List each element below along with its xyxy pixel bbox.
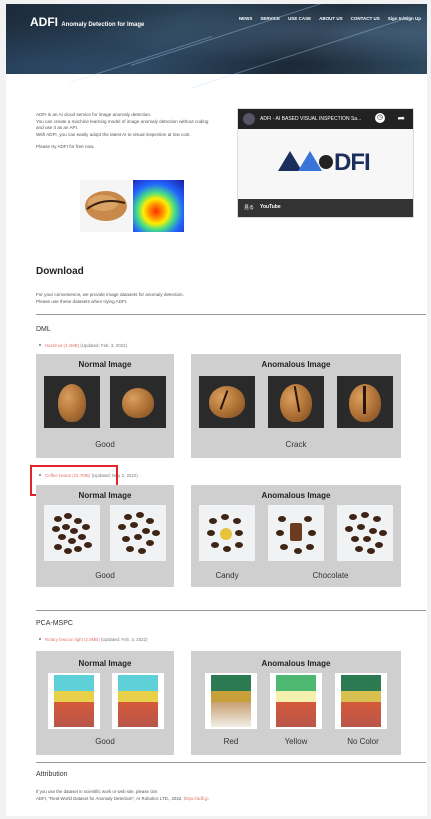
download-description: For your convenience, we provide image d… <box>36 292 184 304</box>
pca-mspc-heading: PCA-MSPC <box>36 620 73 627</box>
crack-label: Crack <box>285 440 307 449</box>
site-logo[interactable]: ADFI Anomaly Detection for Image <box>30 15 144 29</box>
hazelnut-download-item: Hazelnut (4.4MB) (Updated: Feb. 3, 2022) <box>39 343 127 348</box>
anomalous-image-title: Anomalous Image <box>261 360 331 369</box>
intro-cta: Please try ADFI for free now. <box>36 144 95 150</box>
anomalous-image-title: Anomalous Image <box>261 491 331 500</box>
red-label: Red <box>223 737 239 746</box>
attribution-text: If you use the dataset in scientific wor… <box>36 789 209 801</box>
hazelnut-crack-image <box>337 376 393 428</box>
hazelnut-download-link[interactable]: Hazelnut (4.4MB) <box>45 343 79 348</box>
beacon-red-image <box>205 673 257 729</box>
nav-contact-us[interactable]: CONTACT US <box>351 16 380 21</box>
play-button-icon[interactable] <box>319 155 333 169</box>
youtube-video-embed[interactable]: ADFI - AI BASED VISUAL INSPECTION Sa... … <box>237 108 414 218</box>
nav-use-case[interactable]: USE CASE <box>288 16 311 21</box>
nav-service[interactable]: SERVICE <box>260 16 280 21</box>
hazelnut-good-image <box>110 376 166 428</box>
logo-subtitle: Anomaly Detection for Image <box>61 22 145 28</box>
dml-heading: DML <box>36 326 51 333</box>
watch-later-icon[interactable]: ◷ <box>375 113 385 123</box>
coffee-chocolate-image <box>337 505 393 561</box>
coffee-candy-image <box>199 505 255 561</box>
hazelnut-anomalous-panel: Anomalous Image Crack <box>191 354 401 458</box>
chocolate-label: Chocolate <box>312 571 349 580</box>
video-title-bar: ADFI - AI BASED VISUAL INSPECTION Sa... … <box>238 109 413 129</box>
no-color-label: No Color <box>347 737 379 746</box>
divider <box>36 762 426 763</box>
main-nav: NEWS SERVICE USE CASE ABOUT US CONTACT U… <box>239 16 421 21</box>
beacon-anomalous-panel: Anomalous Image Red Yellow No Color <box>191 651 401 755</box>
beacon-yellow-image <box>270 673 322 729</box>
hazelnut-good-image <box>44 376 100 428</box>
coffee-good-image <box>44 505 100 561</box>
nav-news[interactable]: NEWS <box>239 16 253 21</box>
coffee-good-image <box>110 505 166 561</box>
watch-on-label[interactable]: 見る <box>244 204 254 211</box>
yellow-label: Yellow <box>284 737 308 746</box>
normal-label: Good <box>95 737 115 746</box>
anomaly-heatmap-image <box>80 180 184 232</box>
normal-image-title: Normal Image <box>78 491 132 500</box>
channel-avatar-icon <box>243 113 255 125</box>
rotary-beacon-download-item: Rotary beacon light (2.9MB) (Updated: Fe… <box>39 637 148 642</box>
divider <box>36 314 426 315</box>
beacon-good-image <box>48 673 100 729</box>
youtube-logo[interactable]: YouTube <box>260 204 281 210</box>
hazelnut-crack-image <box>268 376 324 428</box>
normal-image-title: Normal Image <box>78 659 132 668</box>
nav-about-us[interactable]: ABOUT US <box>319 16 343 21</box>
share-icon[interactable]: ➦ <box>397 113 405 124</box>
normal-label: Good <box>95 440 115 449</box>
page: ADFI Anomaly Detection for Image NEWS SE… <box>6 4 427 816</box>
beacon-normal-panel: Normal Image Good <box>36 651 174 755</box>
beacon-no-color-image <box>335 673 387 729</box>
beacon-good-image <box>112 673 164 729</box>
heatmap-overlay <box>133 180 184 232</box>
coffee-chocolate-image <box>268 505 324 561</box>
nav-sign-in[interactable]: Sign In/Sign Up <box>388 16 421 21</box>
hazelnut-normal-panel: Normal Image Good <box>36 354 174 458</box>
rotary-beacon-download-link[interactable]: Rotary beacon light (2.9MB) <box>45 637 100 642</box>
intro-line: ADFI is an AI cloud service for image an… <box>36 112 209 137</box>
intro-text: ADFI is an AI cloud service for image an… <box>36 112 216 157</box>
adfi-brand-logo: DFI <box>278 149 371 177</box>
video-bottom-bar: 見る YouTube <box>238 199 413 217</box>
attribution-heading: Attribution <box>36 771 68 778</box>
coffee-normal-panel: Normal Image Good <box>36 485 174 587</box>
video-title[interactable]: ADFI - AI BASED VISUAL INSPECTION Sa... <box>260 116 361 122</box>
download-heading: Download <box>36 266 84 277</box>
logo-main: ADFI <box>30 15 58 29</box>
coffee-bean-photo <box>80 180 131 232</box>
adfi-site-link[interactable]: https://adfi.jp <box>184 796 209 801</box>
candy-label: Candy <box>215 571 239 580</box>
normal-image-title: Normal Image <box>78 360 132 369</box>
normal-label: Good <box>95 571 115 580</box>
anomalous-image-title: Anomalous Image <box>261 659 331 668</box>
divider <box>36 610 426 611</box>
hazelnut-crack-image <box>199 376 255 428</box>
header-banner: ADFI Anomaly Detection for Image NEWS SE… <box>6 4 427 89</box>
coffee-anomalous-panel: Anomalous Image Candy Chocolate <box>191 485 401 587</box>
